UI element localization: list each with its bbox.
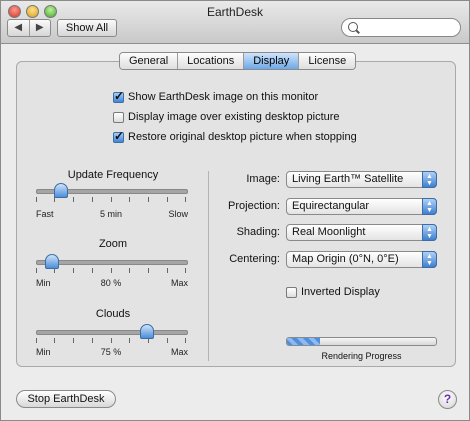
slider-max-label: Max [170, 278, 188, 288]
back-forward-control: ◀ ▶ [7, 19, 51, 37]
popup-arrows-icon: ▲ ▼ [422, 251, 437, 268]
slider-value-label: 80 % [100, 278, 122, 288]
clouds-thumb[interactable] [140, 324, 154, 339]
slider-min-label: Fast [36, 209, 54, 219]
checkbox-label: Restore original desktop picture when st… [128, 131, 357, 143]
checkbox-checked[interactable] [113, 129, 124, 143]
slider-min-label: Min [36, 347, 51, 357]
slider-max-label: Max [170, 347, 188, 357]
inverted-display-checkbox[interactable]: Inverted Display [286, 286, 380, 298]
tab-general[interactable]: General [120, 53, 179, 69]
update-frequency-thumb[interactable] [54, 183, 68, 198]
shading-popup[interactable]: Real Moonlight ▲ ▼ [286, 224, 437, 241]
image-popup-value: Living Earth™ Satellite [292, 173, 404, 185]
checkbox-checked[interactable] [113, 89, 124, 103]
slider-value-label: 5 min [99, 209, 122, 219]
centering-label: Centering: [229, 253, 280, 265]
slider-min-label: Min [36, 278, 51, 288]
search-field[interactable] [341, 18, 461, 37]
tab-display[interactable]: Display [244, 53, 300, 69]
update-frequency-label: Update Frequency [67, 169, 159, 181]
checkbox-label: Inverted Display [301, 286, 380, 298]
back-button[interactable]: ◀ [8, 20, 30, 36]
stop-earthdesk-button[interactable]: Stop EarthDesk [16, 390, 116, 408]
zoom-label: Zoom [98, 238, 128, 250]
shading-popup-value: Real Moonlight [292, 226, 366, 238]
rendering-progress-bar [286, 337, 437, 346]
magnifier-icon [348, 22, 358, 32]
clouds-slider[interactable] [36, 330, 188, 335]
checkbox-label: Display image over existing desktop pict… [128, 111, 340, 123]
restore-picture-checkbox[interactable]: Restore original desktop picture when st… [113, 129, 357, 143]
search-input[interactable] [362, 21, 456, 34]
window-title: EarthDesk [206, 5, 264, 19]
popup-arrows-icon: ▲ ▼ [422, 224, 437, 241]
popup-arrows-icon: ▲ ▼ [422, 198, 437, 215]
centering-popup-value: Map Origin (0°N, 0°E) [292, 253, 399, 265]
slider-ticks [36, 268, 186, 274]
tab-locations[interactable]: Locations [178, 53, 245, 69]
rendering-progress-label: Rendering Progress [321, 351, 402, 361]
progress-fill [287, 338, 320, 345]
earthdesk-window: EarthDesk ◀ ▶ Show All General Locations… [0, 0, 470, 421]
checkbox-unchecked[interactable] [286, 286, 297, 298]
slider-value-label: 75 % [100, 347, 122, 357]
popup-arrows-icon: ▲ ▼ [422, 171, 437, 188]
checkbox-unchecked[interactable] [113, 111, 124, 123]
display-over-checkbox[interactable]: Display image over existing desktop pict… [113, 111, 340, 123]
show-all-button[interactable]: Show All [57, 19, 117, 37]
image-label: Image: [246, 173, 280, 185]
clouds-label: Clouds [95, 308, 131, 320]
zoom-thumb[interactable] [45, 254, 59, 269]
title-bar: EarthDesk ◀ ▶ Show All [1, 1, 469, 44]
forward-button[interactable]: ▶ [30, 20, 51, 36]
projection-popup-value: Equirectangular [292, 200, 370, 212]
checkbox-label: Show EarthDesk image on this monitor [128, 91, 319, 103]
projection-label: Projection: [228, 200, 280, 212]
show-image-checkbox[interactable]: Show EarthDesk image on this monitor [113, 89, 319, 103]
projection-popup[interactable]: Equirectangular ▲ ▼ [286, 198, 437, 215]
slider-max-label: Slow [168, 209, 188, 219]
centering-popup[interactable]: Map Origin (0°N, 0°E) ▲ ▼ [286, 251, 437, 268]
slider-ticks [36, 338, 186, 344]
image-popup[interactable]: Living Earth™ Satellite ▲ ▼ [286, 171, 437, 188]
tab-license[interactable]: License [299, 53, 356, 69]
tab-bar: General Locations Display License [119, 52, 357, 70]
help-icon[interactable]: ? [438, 390, 457, 409]
shading-label: Shading: [236, 226, 280, 238]
